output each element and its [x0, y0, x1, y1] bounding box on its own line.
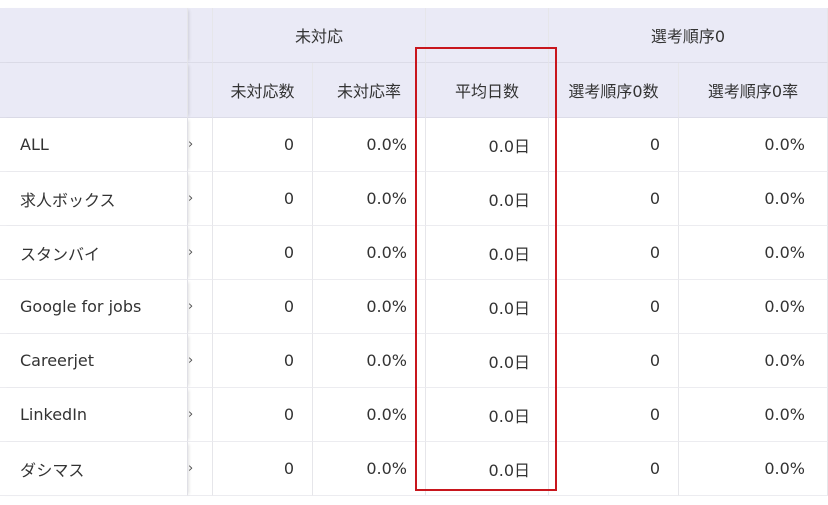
row-unhandled-rate: 0.0%	[313, 334, 426, 388]
row-source-name[interactable]: 求人ボックス	[0, 172, 188, 226]
row-avg-days: 0.0日	[426, 334, 549, 388]
row-selection-rate: 0.0%	[679, 118, 828, 172]
row-selection-rate: 0.0%	[679, 280, 828, 334]
header-group-row: 未対応 選考順序0	[0, 0, 828, 63]
row-source-name[interactable]: LinkedIn	[0, 388, 188, 442]
header-name-cell	[0, 63, 188, 118]
row-unhandled-count: 0	[213, 118, 313, 172]
row-avg-days: 0.0日	[426, 226, 549, 280]
row-unhandled-rate: 0.0%	[313, 388, 426, 442]
row-avg-days: 0.0日	[426, 118, 549, 172]
row-source-name[interactable]: Careerjet	[0, 334, 188, 388]
row-selection-count: 0	[549, 388, 679, 442]
row-unhandled-rate: 0.0%	[313, 172, 426, 226]
row-source-name[interactable]: Google for jobs	[0, 280, 188, 334]
row-expand-marker[interactable]: ›	[188, 280, 213, 334]
row-expand-marker[interactable]: ›	[188, 334, 213, 388]
header-gap-cell	[188, 63, 213, 118]
row-selection-rate: 0.0%	[679, 334, 828, 388]
row-expand-marker[interactable]: ›	[188, 172, 213, 226]
row-unhandled-rate: 0.0%	[313, 118, 426, 172]
group-header-selection: 選考順序0	[549, 8, 828, 63]
row-avg-days: 0.0日	[426, 388, 549, 442]
row-selection-count: 0	[549, 280, 679, 334]
header-corner-cell	[0, 8, 188, 63]
row-avg-days: 0.0日	[426, 442, 549, 496]
table-row: ALL › 0 0.0% 0.0日 0 0.0%	[0, 118, 828, 172]
table-row: スタンバイ › 0 0.0% 0.0日 0 0.0%	[0, 226, 828, 280]
column-header-unhandled-rate[interactable]: 未対応率	[313, 63, 426, 118]
row-selection-rate: 0.0%	[679, 172, 828, 226]
row-expand-marker[interactable]: ›	[188, 118, 213, 172]
row-unhandled-rate: 0.0%	[313, 226, 426, 280]
row-avg-days: 0.0日	[426, 172, 549, 226]
row-source-name[interactable]: スタンバイ	[0, 226, 188, 280]
header-column-row: 未対応数 未対応率 平均日数 選考順序0数 選考順序0率	[0, 63, 828, 118]
row-expand-marker[interactable]: ›	[188, 226, 213, 280]
column-header-avg-days[interactable]: 平均日数	[426, 63, 549, 118]
header-gap-cell	[188, 8, 213, 63]
row-source-name[interactable]: ALL	[0, 118, 188, 172]
row-avg-days: 0.0日	[426, 280, 549, 334]
table-row: 求人ボックス › 0 0.0% 0.0日 0 0.0%	[0, 172, 828, 226]
row-unhandled-rate: 0.0%	[313, 442, 426, 496]
row-selection-rate: 0.0%	[679, 442, 828, 496]
row-unhandled-count: 0	[213, 388, 313, 442]
row-unhandled-count: 0	[213, 334, 313, 388]
row-selection-rate: 0.0%	[679, 388, 828, 442]
row-unhandled-count: 0	[213, 280, 313, 334]
row-selection-count: 0	[549, 118, 679, 172]
row-selection-count: 0	[549, 172, 679, 226]
row-expand-marker[interactable]: ›	[188, 442, 213, 496]
row-selection-count: 0	[549, 442, 679, 496]
row-unhandled-rate: 0.0%	[313, 280, 426, 334]
table-row: Google for jobs › 0 0.0% 0.0日 0 0.0%	[0, 280, 828, 334]
row-selection-count: 0	[549, 226, 679, 280]
column-header-selection-count[interactable]: 選考順序0数	[549, 63, 679, 118]
table-row: Careerjet › 0 0.0% 0.0日 0 0.0%	[0, 334, 828, 388]
row-unhandled-count: 0	[213, 172, 313, 226]
row-expand-marker[interactable]: ›	[188, 388, 213, 442]
row-source-name[interactable]: ダシマス	[0, 442, 188, 496]
report-table: 未対応 選考順序0 未対応数 未対応率 平均日数 選考順序0数 選考順序0率 A…	[0, 0, 828, 496]
table-row: ダシマス › 0 0.0% 0.0日 0 0.0%	[0, 442, 828, 496]
table-row: LinkedIn › 0 0.0% 0.0日 0 0.0%	[0, 388, 828, 442]
row-selection-count: 0	[549, 334, 679, 388]
group-header-avg-days	[426, 8, 549, 63]
row-selection-rate: 0.0%	[679, 226, 828, 280]
row-unhandled-count: 0	[213, 442, 313, 496]
column-header-unhandled-count[interactable]: 未対応数	[213, 63, 313, 118]
row-unhandled-count: 0	[213, 226, 313, 280]
column-header-selection-rate[interactable]: 選考順序0率	[679, 63, 828, 118]
table-top-margin	[0, 0, 828, 8]
group-header-unhandled: 未対応	[213, 8, 426, 63]
